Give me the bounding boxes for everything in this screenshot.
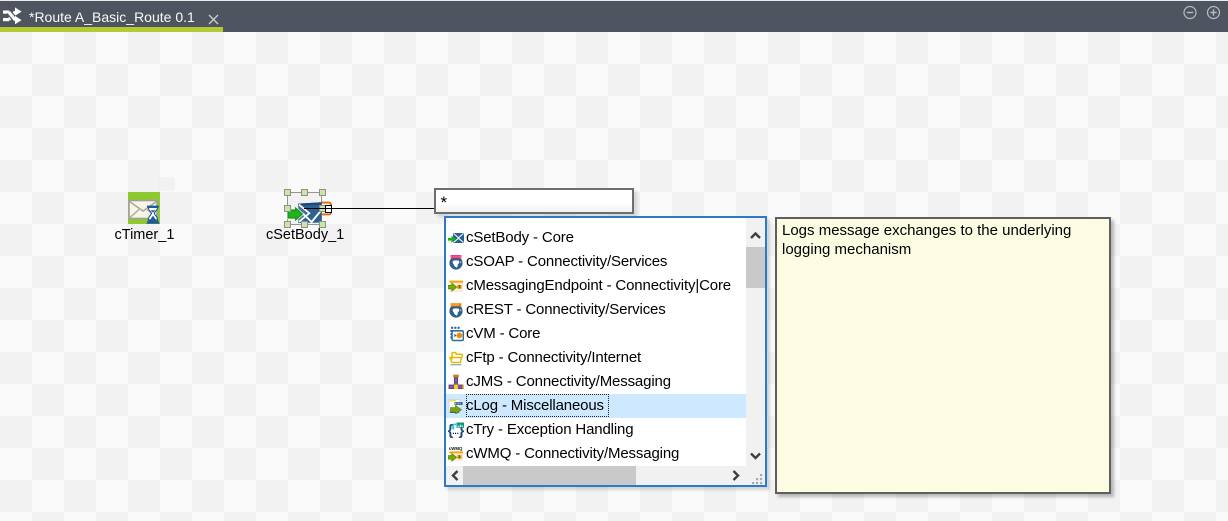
svg-text:cWMQ: cWMQ xyxy=(448,446,462,451)
